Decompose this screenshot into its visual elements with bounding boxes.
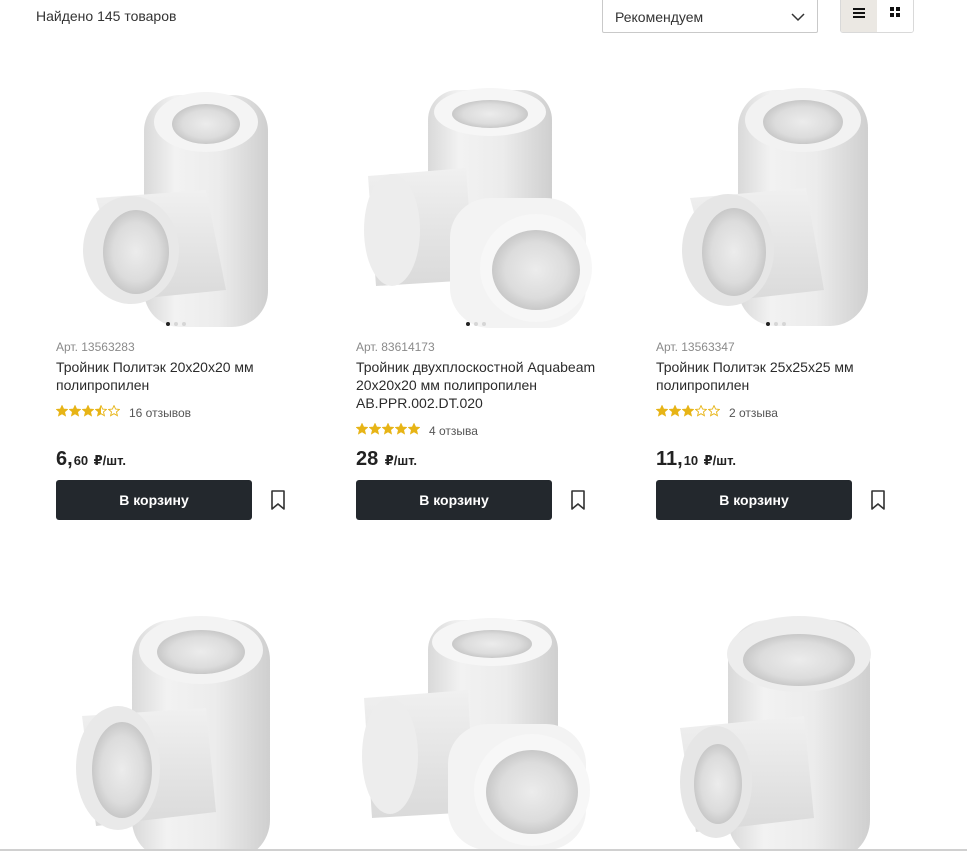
price-integer: 11, <box>656 448 683 470</box>
add-to-cart-button[interactable]: В корзину <box>56 480 252 520</box>
grid-icon <box>889 5 901 23</box>
price-unit: ₽/шт. <box>384 453 418 468</box>
bookmark-icon[interactable] <box>270 490 286 510</box>
product-rating[interactable]: 4 отзыва <box>356 422 478 440</box>
image-carousel-dots[interactable] <box>56 322 296 326</box>
star-filled-icon <box>669 405 681 417</box>
sort-selected-value: Рекомендуем <box>615 9 704 25</box>
rating-stars <box>56 404 121 422</box>
star-empty-icon <box>695 405 707 417</box>
product-image[interactable] <box>56 80 296 330</box>
image-carousel-dots[interactable] <box>356 322 596 326</box>
product-title[interactable]: Тройник Политэк 25х25х25 мм полипропилен <box>656 358 906 394</box>
product-image[interactable] <box>56 612 296 855</box>
bookmark-icon[interactable] <box>870 490 886 510</box>
star-half-icon <box>95 405 107 417</box>
star-empty-icon <box>108 405 120 417</box>
product-price: 28 ₽/шт. <box>356 448 417 471</box>
sort-dropdown[interactable]: Рекомендуем <box>602 0 818 33</box>
reviews-count: 16 отзывов <box>129 406 192 420</box>
star-empty-icon <box>708 405 720 417</box>
star-filled-icon <box>656 405 668 417</box>
price-unit: ₽/шт. <box>703 453 736 468</box>
product-rating[interactable]: 2 отзыва <box>656 404 778 422</box>
catalog-toolbar: Найдено 145 товаров Рекомендуем <box>0 0 967 40</box>
results-count: Найдено 145 товаров <box>36 8 177 24</box>
star-filled-icon <box>408 423 420 435</box>
product-price: 6,60 ₽/шт. <box>56 448 126 471</box>
star-filled-icon <box>69 405 81 417</box>
price-integer: 6, <box>56 448 73 470</box>
product-title[interactable]: Тройник Политэк 20х20х20 мм полипропилен <box>56 358 306 394</box>
product-image[interactable] <box>356 612 596 850</box>
price-fraction: 60 <box>73 453 89 468</box>
rating-stars <box>356 422 421 440</box>
list-icon <box>853 5 865 23</box>
price-integer: 28 <box>356 448 379 470</box>
view-toggle <box>840 0 914 33</box>
star-filled-icon <box>56 405 68 417</box>
price-fraction: 10 <box>683 453 699 468</box>
grid-view-button[interactable] <box>877 0 913 32</box>
product-image[interactable] <box>656 80 896 330</box>
rating-stars <box>656 404 721 422</box>
product-sku: Арт. 83614173 <box>356 340 435 354</box>
reviews-count: 2 отзыва <box>729 406 778 420</box>
image-carousel-dots[interactable] <box>656 322 896 326</box>
product-image[interactable] <box>356 80 596 330</box>
star-filled-icon <box>682 405 694 417</box>
add-to-cart-button[interactable]: В корзину <box>656 480 852 520</box>
product-price: 11,10 ₽/шт. <box>656 448 736 471</box>
product-sku: Арт. 13563347 <box>656 340 735 354</box>
star-filled-icon <box>369 423 381 435</box>
reviews-count: 4 отзыва <box>429 424 478 438</box>
star-filled-icon <box>82 405 94 417</box>
bookmark-icon[interactable] <box>570 490 586 510</box>
product-rating[interactable]: 16 отзывов <box>56 404 191 422</box>
product-title[interactable]: Тройник двухплоскостной Aquabeam 20x20x2… <box>356 358 606 412</box>
star-filled-icon <box>356 423 368 435</box>
list-view-button[interactable] <box>841 0 877 32</box>
add-to-cart-button[interactable]: В корзину <box>356 480 552 520</box>
chevron-down-icon <box>791 9 805 27</box>
star-filled-icon <box>395 423 407 435</box>
star-filled-icon <box>382 423 394 435</box>
product-image[interactable] <box>656 612 896 855</box>
price-unit: ₽/шт. <box>93 453 126 468</box>
product-sku: Арт. 13563283 <box>56 340 135 354</box>
